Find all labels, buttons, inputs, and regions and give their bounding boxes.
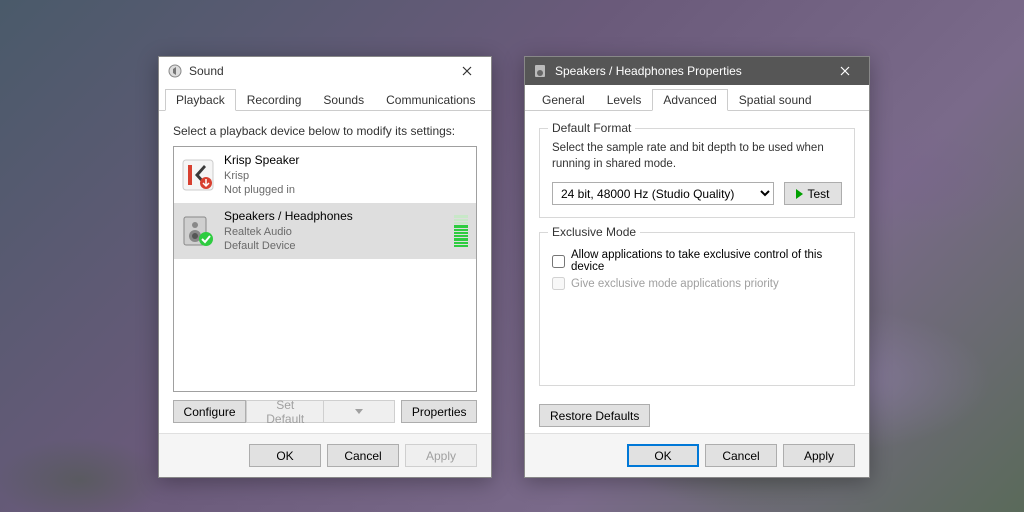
restore-defaults-button[interactable]: Restore Defaults xyxy=(539,404,650,427)
chevron-down-icon xyxy=(355,409,363,414)
device-row-krisp[interactable]: Krisp Speaker Krisp Not plugged in xyxy=(174,147,476,203)
device-text: Krisp Speaker Krisp Not plugged in xyxy=(224,153,468,197)
tab-advanced[interactable]: Advanced xyxy=(652,89,727,111)
krisp-icon xyxy=(182,159,214,191)
speaker-icon xyxy=(533,63,549,79)
dialog-footer: OK Cancel Apply xyxy=(159,433,491,477)
set-default-dropdown[interactable] xyxy=(323,400,395,423)
device-driver: Realtek Audio xyxy=(224,225,444,239)
exclusive-mode-group: Exclusive Mode Allow applications to tak… xyxy=(539,232,855,386)
group-legend: Default Format xyxy=(548,121,635,135)
tab-levels[interactable]: Levels xyxy=(596,89,653,110)
tab-content: Default Format Select the sample rate an… xyxy=(525,110,869,404)
set-default-button[interactable]: Set Default xyxy=(246,400,323,423)
tabstrip: General Levels Advanced Spatial sound xyxy=(525,85,869,111)
checkbox-label: Give exclusive mode applications priorit… xyxy=(571,278,779,290)
sound-icon xyxy=(167,63,183,79)
test-button[interactable]: Test xyxy=(784,182,842,205)
window-title: Speakers / Headphones Properties xyxy=(555,64,825,78)
tab-general[interactable]: General xyxy=(531,89,596,110)
device-status: Not plugged in xyxy=(224,183,468,197)
device-list[interactable]: Krisp Speaker Krisp Not plugged in xyxy=(173,146,477,392)
tab-sounds[interactable]: Sounds xyxy=(312,89,375,110)
format-select[interactable]: 24 bit, 48000 Hz (Studio Quality) xyxy=(552,182,774,205)
tab-content: Select a playback device below to modify… xyxy=(159,110,491,433)
set-default-split-button: Set Default xyxy=(246,400,395,423)
exclusive-priority-checkbox-row: Give exclusive mode applications priorit… xyxy=(552,277,842,290)
ok-button[interactable]: OK xyxy=(249,444,321,467)
exclusive-control-checkbox[interactable] xyxy=(552,255,565,268)
tab-recording[interactable]: Recording xyxy=(236,89,313,110)
device-driver: Krisp xyxy=(224,169,468,183)
tabstrip: Playback Recording Sounds Communications xyxy=(159,85,491,111)
exclusive-control-checkbox-row[interactable]: Allow applications to take exclusive con… xyxy=(552,249,842,273)
play-icon xyxy=(796,189,803,199)
device-status: Default Device xyxy=(224,239,444,253)
titlebar[interactable]: Sound xyxy=(159,57,491,85)
sound-dialog: Sound Playback Recording Sounds Communic… xyxy=(158,56,492,478)
device-text: Speakers / Headphones Realtek Audio Defa… xyxy=(224,209,444,253)
properties-dialog: Speakers / Headphones Properties General… xyxy=(524,56,870,478)
instruction-text: Select a playback device below to modify… xyxy=(173,124,477,138)
close-icon xyxy=(462,66,472,76)
vu-meter xyxy=(454,215,468,247)
window-title: Sound xyxy=(189,64,447,78)
apply-button[interactable]: Apply xyxy=(783,444,855,467)
exclusive-priority-checkbox xyxy=(552,277,565,290)
device-row-speakers[interactable]: Speakers / Headphones Realtek Audio Defa… xyxy=(174,203,476,259)
ok-button[interactable]: OK xyxy=(627,444,699,467)
speaker-icon xyxy=(182,215,214,247)
close-icon xyxy=(840,66,850,76)
titlebar[interactable]: Speakers / Headphones Properties xyxy=(525,57,869,85)
tab-playback[interactable]: Playback xyxy=(165,89,236,111)
cancel-button[interactable]: Cancel xyxy=(705,444,777,467)
checkbox-label: Allow applications to take exclusive con… xyxy=(571,249,842,273)
test-label: Test xyxy=(807,187,829,201)
tab-communications[interactable]: Communications xyxy=(375,89,486,110)
close-button[interactable] xyxy=(825,58,865,84)
tab-spatial-sound[interactable]: Spatial sound xyxy=(728,89,823,110)
device-name: Krisp Speaker xyxy=(224,153,468,169)
cancel-button[interactable]: Cancel xyxy=(327,444,399,467)
dialog-footer: OK Cancel Apply xyxy=(525,433,869,477)
device-name: Speakers / Headphones xyxy=(224,209,444,225)
group-legend: Exclusive Mode xyxy=(548,225,640,239)
close-button[interactable] xyxy=(447,58,487,84)
group-description: Select the sample rate and bit depth to … xyxy=(552,141,842,172)
apply-button[interactable]: Apply xyxy=(405,444,477,467)
configure-button[interactable]: Configure xyxy=(173,400,246,423)
properties-button[interactable]: Properties xyxy=(401,400,477,423)
default-format-group: Default Format Select the sample rate an… xyxy=(539,128,855,218)
